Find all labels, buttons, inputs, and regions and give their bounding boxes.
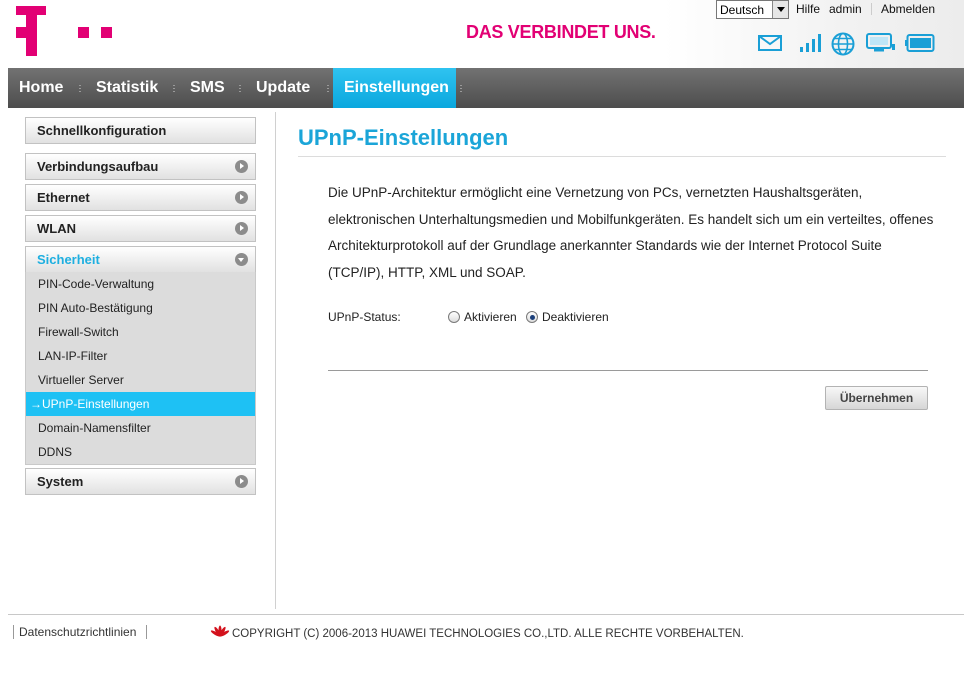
username-label: admin [829, 2, 862, 16]
brand-slogan: DAS VERBINDET UNS. [466, 22, 656, 42]
nav-divider [173, 85, 175, 93]
signal-strength-icon [800, 34, 821, 52]
nav-home[interactable]: Home [8, 68, 74, 108]
privacy-policy-link[interactable]: Datenschutzrichtlinien [19, 625, 136, 639]
nav-divider [239, 85, 241, 93]
title-divider [298, 156, 946, 157]
chevron-right-icon [235, 191, 248, 204]
sidebar-subitem-firewall-switch[interactable]: Firewall-Switch [26, 320, 255, 344]
footer-link-divider [13, 625, 14, 639]
nav-divider [79, 85, 81, 93]
chevron-right-icon [235, 475, 248, 488]
huawei-logo-icon [210, 625, 230, 637]
language-select-value: Deutsch [720, 2, 765, 17]
sidebar-item-sicherheit[interactable]: Sicherheit [25, 246, 256, 273]
nav-divider [327, 85, 329, 93]
language-select[interactable]: Deutsch [716, 0, 789, 19]
chevron-right-icon [235, 160, 248, 173]
upnp-enable-radio[interactable] [448, 311, 460, 323]
sidebar-subitem-ddns[interactable]: DDNS [26, 440, 255, 464]
logout-link[interactable]: Abmelden [881, 2, 935, 16]
sidebar-item-label: WLAN [37, 221, 76, 236]
sidebar-item-label: Verbindungsaufbau [37, 159, 159, 174]
sidebar-submenu-sicherheit: PIN-Code-Verwaltung PIN Auto-Bestätigung… [25, 272, 256, 465]
sidebar-item-label: Schnellkonfiguration [37, 123, 167, 138]
battery-icon [905, 34, 935, 52]
page-title: UPnP-Einstellungen [298, 125, 509, 150]
chevron-down-icon[interactable] [772, 1, 788, 18]
sidebar-item-label: Sicherheit [37, 252, 100, 267]
sidebar-subitem-lan-ip-filter[interactable]: LAN-IP-Filter [26, 344, 255, 368]
computer-icon [866, 33, 895, 52]
nav-einstellungen[interactable]: Einstellungen [333, 68, 456, 108]
form-divider [328, 370, 928, 371]
sidebar-subitem-pin-code-verwaltung[interactable]: PIN-Code-Verwaltung [26, 272, 255, 296]
sidebar-item-label: Ethernet [37, 190, 90, 205]
upnp-enable-label[interactable]: Aktivieren [464, 310, 517, 324]
nav-sms[interactable]: SMS [179, 68, 236, 108]
content-divider [275, 112, 276, 609]
telekom-logo [16, 6, 120, 56]
footer-link-divider [146, 625, 147, 639]
chevron-down-icon [235, 253, 248, 266]
help-link[interactable]: Hilfe [796, 2, 820, 16]
apply-button[interactable]: Übernehmen [825, 386, 928, 410]
upnp-disable-radio[interactable] [526, 311, 538, 323]
sidebar-subitem-upnp-einstellungen[interactable]: →UPnP-Einstellungen [26, 392, 255, 416]
main-navigation: Home Statistik SMS Update Einstellungen [8, 68, 964, 108]
footer-divider [8, 614, 964, 615]
sidebar-subitem-virtueller-server[interactable]: Virtueller Server [26, 368, 255, 392]
sidebar-item-label: System [37, 474, 84, 489]
globe-icon [831, 32, 855, 56]
sidebar-item-system[interactable]: System [25, 468, 256, 495]
sidebar-subitem-pin-auto-bestaetigung[interactable]: PIN Auto-Bestätigung [26, 296, 255, 320]
sidebar-item-schnellkonfiguration[interactable]: Schnellkonfiguration [25, 117, 256, 144]
sidebar-item-wlan[interactable]: WLAN [25, 215, 256, 242]
sidebar-item-verbindungsaufbau[interactable]: Verbindungsaufbau [25, 153, 256, 180]
upnp-status-label: UPnP-Status: [328, 310, 401, 324]
top-link-divider [871, 3, 872, 15]
sidebar-item-ethernet[interactable]: Ethernet [25, 184, 256, 211]
upnp-disable-label[interactable]: Deaktivieren [542, 310, 609, 324]
upnp-description: Die UPnP-Architektur ermöglicht eine Ver… [328, 185, 934, 280]
copyright-text: COPYRIGHT (C) 2006-2013 HUAWEI TECHNOLOG… [232, 628, 744, 640]
nav-statistik[interactable]: Statistik [85, 68, 169, 108]
nav-update[interactable]: Update [245, 68, 321, 108]
chevron-right-icon [235, 222, 248, 235]
nav-divider [460, 85, 462, 93]
sidebar-subitem-domain-namensfilter[interactable]: Domain-Namensfilter [26, 416, 255, 440]
mail-icon[interactable] [758, 35, 782, 51]
